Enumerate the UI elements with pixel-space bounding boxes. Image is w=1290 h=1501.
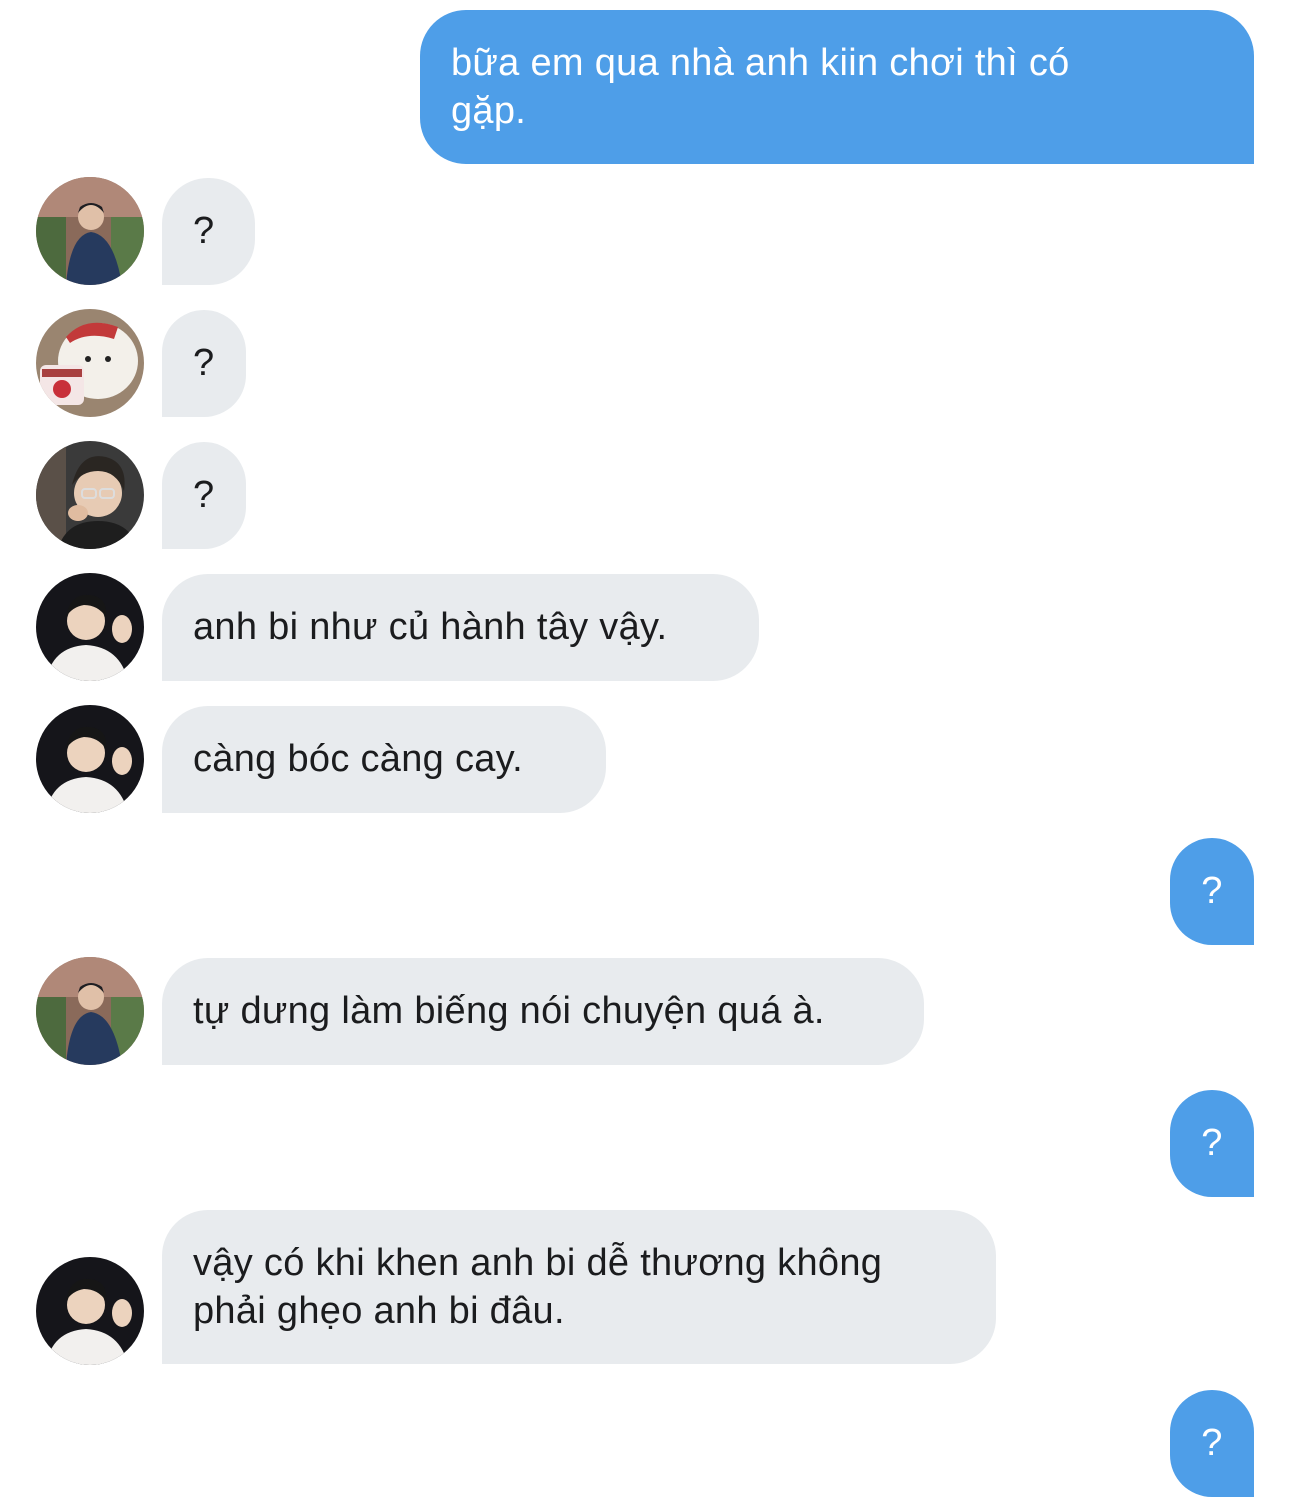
message-bubble-incoming[interactable]: ?: [162, 442, 246, 549]
message-bubble-incoming[interactable]: tự dưng làm biếng nói chuyện quá à.: [162, 958, 924, 1065]
message-bubble-incoming[interactable]: anh bi như củ hành tây vậy.: [162, 574, 759, 681]
sender-avatar[interactable]: [36, 957, 144, 1065]
sender-avatar[interactable]: [36, 441, 144, 549]
message-bubble-incoming[interactable]: ?: [162, 310, 246, 417]
avatar-man-waving-image: [36, 1257, 144, 1365]
avatar-man-waving-image: [36, 705, 144, 813]
message-bubble-outgoing[interactable]: ?: [1170, 838, 1254, 945]
sender-avatar[interactable]: [36, 177, 144, 285]
avatar-man-glasses-image: [36, 441, 144, 549]
chat-thread: bữa em qua nhà anh kiin chơi thì có gặp.…: [0, 0, 1290, 1501]
avatar-cartoon-bear-image: [36, 309, 144, 417]
avatar-man-waving-image: [36, 573, 144, 681]
avatar-street-man-image: [36, 177, 144, 285]
message-bubble-incoming[interactable]: càng bóc càng cay.: [162, 706, 606, 813]
message-bubble-incoming[interactable]: ?: [162, 178, 255, 285]
avatar-street-man-image: [36, 957, 144, 1065]
sender-avatar[interactable]: [36, 705, 144, 813]
sender-avatar[interactable]: [36, 309, 144, 417]
message-bubble-outgoing[interactable]: bữa em qua nhà anh kiin chơi thì có gặp.: [420, 10, 1254, 164]
message-bubble-outgoing[interactable]: ?: [1170, 1390, 1254, 1497]
message-bubble-outgoing[interactable]: ?: [1170, 1090, 1254, 1197]
message-bubble-incoming[interactable]: vậy có khi khen anh bi dễ thương không p…: [162, 1210, 996, 1364]
sender-avatar[interactable]: [36, 1257, 144, 1365]
sender-avatar[interactable]: [36, 573, 144, 681]
